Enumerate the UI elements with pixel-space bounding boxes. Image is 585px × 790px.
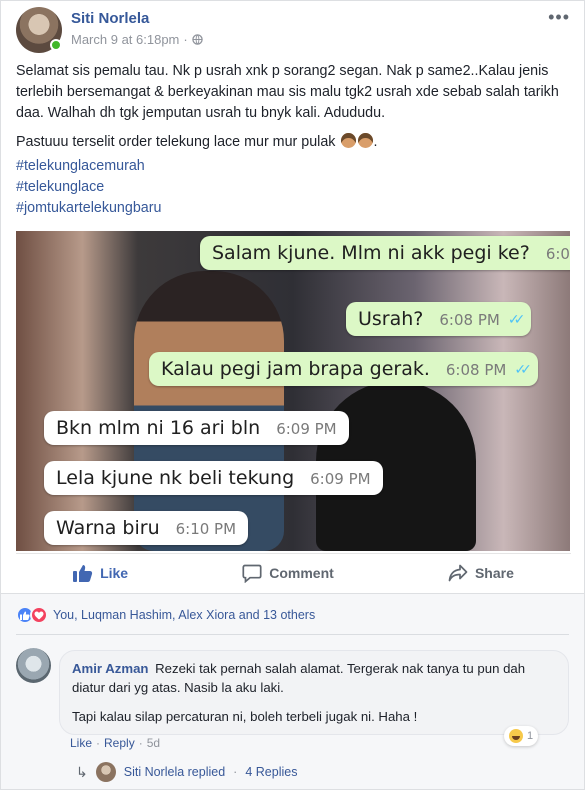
more-horizontal-icon[interactable]: ••• (548, 7, 570, 28)
hashtag-link[interactable]: #telekunglacemurah (16, 156, 161, 177)
chat-message: Warna biru (56, 517, 160, 539)
chat-bubble-incoming: Lela kjune nk beli tekung 6:09 PM (44, 461, 383, 495)
chat-time: 6:08 PM (545, 245, 570, 263)
reactions-divider (16, 634, 569, 635)
hands-over-face-emoji-icon (341, 133, 357, 148)
comment-icon (242, 564, 262, 583)
comment-label: Comment (269, 565, 334, 581)
meta-separator: · (183, 32, 188, 47)
comment-line: Amir Azman Rezeki tak pernah salah alama… (72, 659, 556, 697)
double-check-icon: ✓✓ (507, 312, 526, 328)
hashtag-link[interactable]: #telekunglace (16, 177, 161, 198)
chat-time: 6:08 PM (439, 311, 500, 329)
reactions-and-comments: You, Luqman Hashim, Alex Xiora and 13 ot… (1, 593, 584, 789)
chat-time: 6:09 PM (276, 420, 337, 438)
comment-actions-separator: · (138, 736, 143, 750)
post-timestamp[interactable]: March 9 at 6:18pm (71, 32, 179, 47)
chat-bubble-outgoing: Kalau pegi jam brapa gerak. 6:08 PM ✓✓ (149, 352, 538, 386)
reply-arrow-icon: ↳ (76, 763, 88, 780)
comment-actions: Like · Reply · 5d (70, 736, 160, 750)
chat-bubble-outgoing: Salam kjune. Mlm ni akk pegi ke? 6:08 PM… (200, 236, 570, 270)
share-button[interactable]: Share (448, 564, 514, 582)
comment-text-2: Tapi kalau silap percaturan ni, boleh te… (72, 709, 418, 724)
like-button[interactable]: Like (73, 564, 128, 582)
love-reaction-icon (30, 606, 48, 624)
comment-author[interactable]: Amir Azman (72, 661, 148, 676)
replies-separator: · (233, 765, 238, 779)
chat-time: 6:09 PM (310, 470, 371, 488)
comment-button[interactable]: Comment (242, 564, 334, 583)
comment-bubble: Amir Azman Rezeki tak pernah salah alama… (59, 650, 569, 735)
post-paragraph: Pastuuu terselit order telekung lace mur… (16, 132, 571, 153)
comment-actions-separator: · (96, 736, 101, 750)
comment-reaction-count: 1 (527, 730, 534, 742)
post-paragraph-text: Pastuuu terselit order telekung lace mur… (16, 134, 336, 150)
hashtag-link[interactable]: #jomtukartelekungbaru (16, 198, 161, 219)
chat-message: Bkn mlm ni 16 ari bln (56, 417, 261, 439)
chat-time: 6:08 PM (445, 361, 507, 379)
post-photo[interactable]: Salam kjune. Mlm ni akk pegi ke? 6:08 PM… (16, 231, 570, 551)
post-paragraph-end: . (373, 134, 378, 150)
post-paragraph: Selamat sis pemalu tau. Nk p usrah xnk p… (16, 63, 559, 121)
chat-message: Kalau pegi jam brapa gerak. (161, 358, 430, 380)
double-check-icon: ✓✓ (514, 362, 532, 378)
replier-avatar (95, 762, 116, 782)
post-body: Selamat sis pemalu tau. Nk p usrah xnk p… (16, 61, 571, 161)
like-label: Like (100, 565, 129, 581)
replies-count: 4 Replies (245, 765, 298, 779)
chat-bubble-incoming: Warna biru 6:10 PM (44, 511, 249, 545)
comment-like-link[interactable]: Like (70, 736, 92, 750)
reactions-summary[interactable]: You, Luqman Hashim, Alex Xiora and 13 ot… (16, 606, 315, 624)
globe-icon (192, 34, 203, 45)
online-status-icon (50, 39, 62, 51)
commenter-avatar[interactable] (16, 648, 51, 683)
comment-reply-link[interactable]: Reply (104, 736, 135, 750)
share-label: Share (474, 565, 514, 581)
post-author[interactable]: Siti Norlela (71, 10, 149, 27)
comment-age[interactable]: 5d (147, 736, 160, 750)
share-icon (448, 564, 468, 582)
chat-message: Usrah? (358, 308, 424, 330)
reactions-text: You, Luqman Hashim, Alex Xiora and 13 ot… (53, 608, 316, 622)
thumbs-up-icon (73, 565, 93, 582)
chat-message: Salam kjune. Mlm ni akk pegi ke? (212, 242, 530, 264)
replies-author: Siti Norlela replied (123, 765, 226, 779)
comment-reaction-badge[interactable]: 1 (504, 726, 539, 746)
chat-time: 6:10 PM (175, 520, 237, 538)
haha-reaction-icon (509, 729, 523, 743)
chat-bubble-incoming: Bkn mlm ni 16 ari bln 6:09 PM (44, 411, 349, 445)
post-actions-bar: Like Comment Share (16, 553, 571, 593)
post-meta: March 9 at 6:18pm · (71, 32, 203, 47)
hashtag-list: #telekunglacemurah #telekunglace #jomtuk… (16, 156, 161, 219)
chat-bubble-outgoing: Usrah? 6:08 PM ✓✓ (346, 302, 532, 336)
facebook-post: Siti Norlela March 9 at 6:18pm · ••• Sel… (0, 0, 585, 790)
hands-over-face-emoji-icon (358, 133, 374, 148)
chat-message: Lela kjune nk beli tekung (56, 467, 295, 489)
view-replies-link[interactable]: ↳ Siti Norlela replied · 4 Replies (76, 762, 297, 782)
